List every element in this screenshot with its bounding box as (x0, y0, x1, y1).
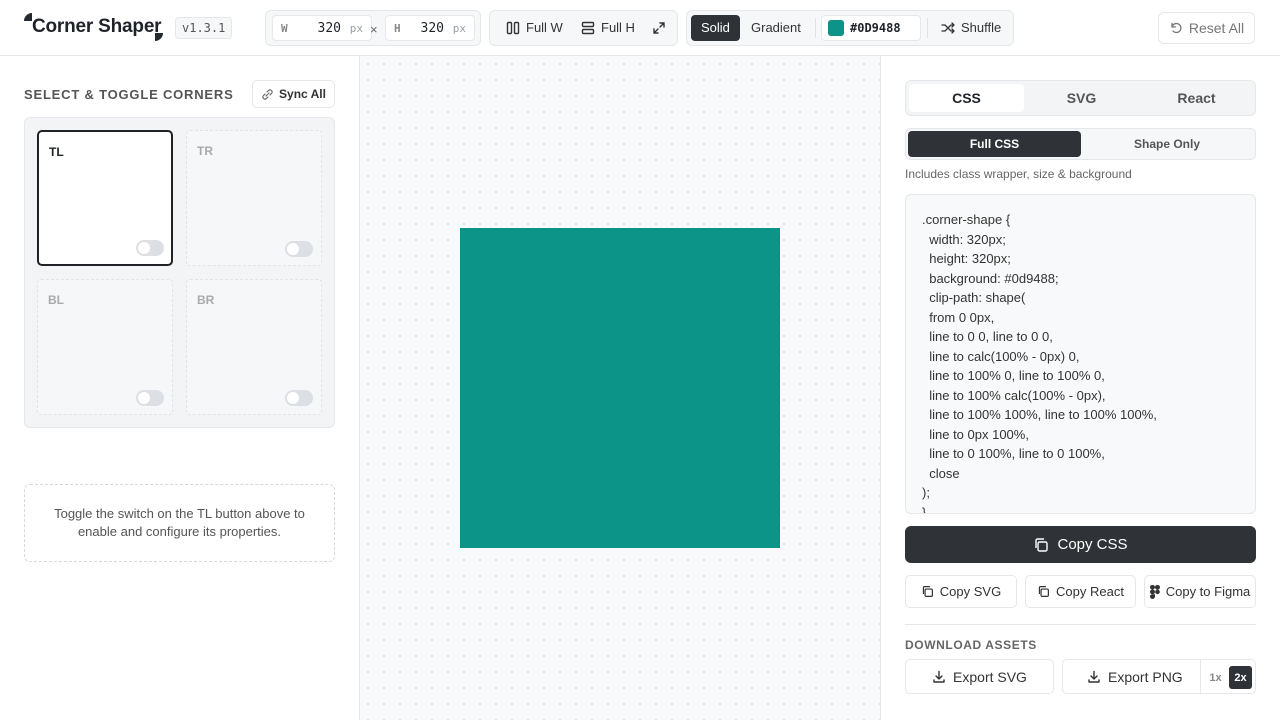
copy-icon (1037, 585, 1050, 598)
width-input[interactable]: W 320 px (272, 15, 372, 41)
corner-hint: Toggle the switch on the TL button above… (24, 484, 335, 562)
version-badge: v1.3.1 (175, 17, 233, 39)
divider (1200, 660, 1201, 693)
corner-bl-button[interactable]: BL (37, 279, 173, 415)
shape-preview (460, 228, 780, 548)
rows-icon (581, 21, 595, 35)
tab-react[interactable]: React (1139, 84, 1254, 112)
corner-tr-label: TR (197, 144, 213, 158)
width-value: 320 (317, 21, 341, 36)
tab-css[interactable]: CSS (909, 84, 1024, 112)
corner-tr-button[interactable]: TR (186, 130, 322, 266)
gradient-fill-button[interactable]: Gradient (751, 15, 801, 41)
export-png-label: Export PNG (1108, 668, 1183, 685)
corner-br-label: BR (197, 293, 215, 307)
corner-selector: TL TR BL BR (24, 117, 335, 428)
code-format-tabs: CSS SVG React (905, 80, 1256, 116)
download-icon (932, 670, 946, 684)
top-bar: Corner Shaper v1.3.1 W 320 px × H 320 px… (0, 0, 1280, 56)
divider (815, 18, 816, 38)
corners-section-title: SELECT & TOGGLE CORNERS (24, 87, 234, 102)
copy-css-button[interactable]: Copy CSS (905, 526, 1256, 563)
height-unit: px (452, 22, 466, 35)
scale-1x-button[interactable]: 1x (1204, 666, 1227, 689)
full-width-button[interactable]: Full W (506, 15, 563, 41)
color-hex-value: #0D9488 (850, 21, 901, 35)
tab-svg[interactable]: SVG (1024, 84, 1139, 112)
layout-group: Full W Full H (489, 10, 678, 46)
export-svg-label: Export SVG (953, 668, 1027, 685)
code-output[interactable]: .corner-shape { width: 320px; height: 32… (905, 194, 1256, 514)
reset-label: Reset All (1188, 20, 1245, 36)
corner-tl-toggle[interactable] (136, 240, 164, 256)
corner-tl-label: TL (49, 145, 64, 159)
figma-icon (1149, 584, 1160, 599)
export-png-button[interactable]: Export PNG 1x 2x (1062, 659, 1256, 694)
width-unit: px (349, 22, 363, 35)
sync-all-button[interactable]: Sync All (252, 80, 335, 108)
logo-corner-mark-icon (24, 13, 32, 21)
height-input[interactable]: H 320 px (385, 15, 475, 41)
full-height-label: Full H (601, 20, 635, 35)
copy-to-figma-button[interactable]: Copy to Figma (1144, 575, 1256, 608)
corner-settings-panel: SELECT & TOGGLE CORNERS Sync All TL TR B… (0, 56, 360, 720)
copy-react-label: Copy React (1056, 584, 1124, 599)
sync-all-label: Sync All (279, 87, 326, 101)
copy-react-button[interactable]: Copy React (1025, 575, 1136, 608)
copy-icon (921, 585, 934, 598)
height-value: 320 (420, 21, 444, 36)
fill-group: Solid Gradient #0D9488 Shuffle (686, 10, 1014, 46)
tab-shape-only[interactable]: Shape Only (1081, 131, 1253, 157)
corner-br-button[interactable]: BR (186, 279, 322, 415)
columns-icon (506, 21, 520, 35)
shuffle-icon (941, 21, 955, 35)
copy-to-figma-label: Copy to Figma (1165, 584, 1251, 599)
app-logo: Corner Shaper (32, 16, 162, 37)
export-panel: CSS SVG React Full CSS Shape Only Includ… (881, 56, 1280, 720)
reset-icon (1169, 21, 1183, 35)
logo-corner-mark-icon (155, 33, 163, 41)
copy-css-label: Copy CSS (1057, 536, 1128, 553)
download-assets-title: DOWNLOAD ASSETS (905, 638, 1037, 652)
color-picker[interactable]: #0D9488 (821, 15, 921, 41)
download-icon (1087, 670, 1101, 684)
expand-button[interactable] (652, 15, 666, 41)
dimensions-group: W 320 px × H 320 px (265, 10, 481, 46)
shuffle-button[interactable]: Shuffle (941, 15, 1001, 41)
solid-fill-button[interactable]: Solid (691, 15, 740, 41)
tab-full-css[interactable]: Full CSS (908, 131, 1081, 157)
copy-svg-button[interactable]: Copy SVG (905, 575, 1017, 608)
export-svg-button[interactable]: Export SVG (905, 659, 1054, 694)
divider (927, 18, 928, 38)
full-width-label: Full W (526, 20, 563, 35)
scale-2x-button[interactable]: 2x (1229, 666, 1252, 689)
full-height-button[interactable]: Full H (581, 15, 635, 41)
height-label: H (394, 22, 401, 35)
width-label: W (281, 22, 288, 35)
color-swatch (828, 20, 844, 36)
corner-tr-toggle[interactable] (285, 241, 313, 257)
link-icon (261, 88, 274, 101)
copy-icon (1033, 537, 1049, 553)
css-mode-hint: Includes class wrapper, size & backgroun… (905, 167, 1132, 181)
css-mode-tabs: Full CSS Shape Only (905, 128, 1256, 160)
reset-all-button[interactable]: Reset All (1158, 12, 1255, 44)
corner-tl-button[interactable]: TL (37, 130, 173, 266)
corner-bl-toggle[interactable] (136, 390, 164, 406)
copy-svg-label: Copy SVG (939, 584, 1002, 599)
section-divider (905, 624, 1256, 625)
expand-icon (652, 21, 666, 35)
times-symbol: × (370, 22, 378, 37)
preview-canvas (360, 56, 881, 720)
shuffle-label: Shuffle (961, 20, 1002, 35)
corner-br-toggle[interactable] (285, 390, 313, 406)
corner-bl-label: BL (48, 293, 64, 307)
